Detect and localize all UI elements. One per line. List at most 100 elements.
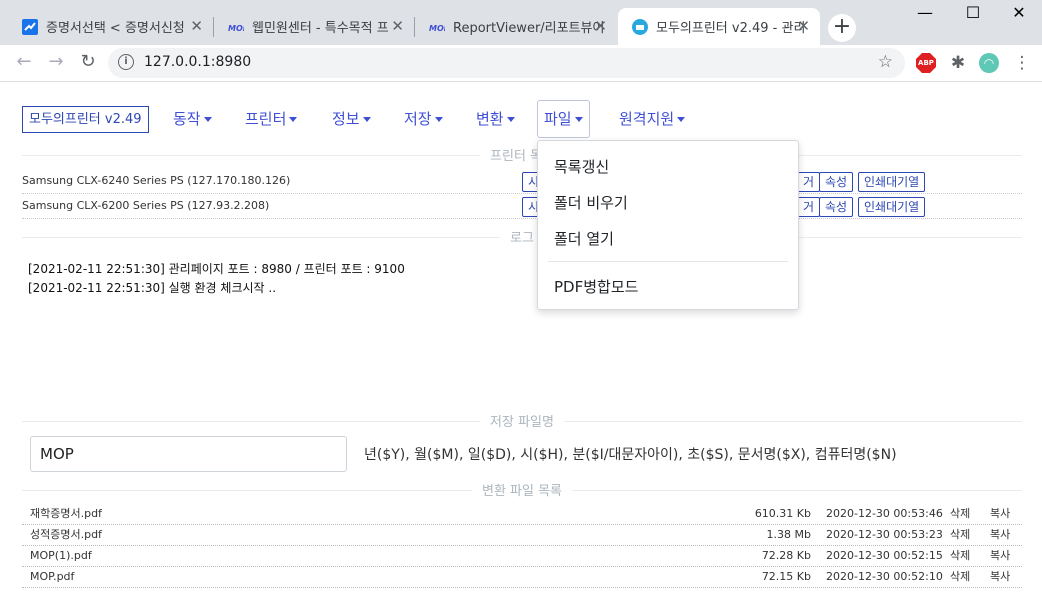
printer-list-title: 프린터 목록: [22, 145, 1022, 164]
forward-arrow-icon[interactable]: →: [44, 50, 68, 74]
bookmark-star-icon[interactable]: ☆: [878, 52, 893, 72]
caret-down-icon: [574, 117, 583, 122]
brand-logo[interactable]: 모두의프린터 v2.49: [22, 106, 149, 133]
printer-name: Samsung CLX-6240 Series PS (127.170.180.…: [22, 174, 291, 187]
copy-file-button[interactable]: 복사: [990, 567, 1010, 587]
menu-action[interactable]: 동작: [167, 104, 218, 134]
certificate-favicon-icon: [22, 18, 38, 35]
file-date: 2020-12-30 00:53:46: [826, 507, 943, 520]
delete-file-button[interactable]: 삭제: [950, 504, 970, 524]
minimize-icon[interactable]: —: [902, 0, 948, 30]
converted-files-title: 변환 파일 목록: [22, 480, 1022, 499]
caret-down-icon: [677, 117, 686, 122]
svg-text:MOP: MOP: [228, 24, 244, 32]
tab-title: 모두의프린터 v2.49 - 관리: [656, 21, 806, 36]
tab-title: 증명서선택 < 증명서신청: [46, 21, 185, 36]
log-title: 로그: [22, 227, 1022, 246]
menu-item-pdf-merge-mode[interactable]: PDF병합모드: [554, 276, 638, 297]
printer-name: Samsung CLX-6200 Series PS (127.93.2.208…: [22, 199, 270, 212]
browser-tab-4-active[interactable]: 모두의프린터 v2.49 - 관리 ✕: [618, 8, 820, 45]
file-dropdown-menu: 목록갱신 폴더 비우기 폴더 열기 PDF병합모드: [537, 140, 799, 310]
file-date: 2020-12-30 00:52:10: [826, 570, 943, 583]
site-info-icon[interactable]: i: [118, 54, 134, 70]
printer-favicon-icon: [632, 18, 648, 35]
caret-down-icon: [506, 117, 515, 122]
file-row: 성적증명서.pdf 1.38 Mb 2020-12-30 00:53:23 삭제…: [22, 525, 1022, 546]
printer-queue-button[interactable]: 인쇄대기열: [858, 172, 926, 192]
back-arrow-icon[interactable]: ←: [12, 50, 36, 74]
caret-down-icon: [203, 117, 212, 122]
new-tab-button[interactable]: +: [828, 14, 856, 42]
delete-file-button[interactable]: 삭제: [950, 546, 970, 566]
file-size: 1.38 Mb: [766, 528, 811, 541]
menu-convert[interactable]: 변환: [470, 104, 521, 134]
file-size: 72.28 Kb: [761, 549, 811, 562]
mop-favicon-icon: MOP: [228, 19, 244, 35]
address-bar[interactable]: i 127.0.0.1:8980 ☆: [108, 48, 905, 78]
svg-text:MOP: MOP: [429, 24, 445, 32]
delete-file-button[interactable]: 삭제: [950, 567, 970, 587]
printer-remove-button[interactable]: 거: [798, 172, 821, 192]
printer-properties-button[interactable]: 속성: [819, 172, 854, 192]
file-date: 2020-12-30 00:52:15: [826, 549, 943, 562]
browser-tab-bar: 증명서선택 < 증명서신청 ✕ MOP 웹민원센터 - 특수목적 프 ✕ MOP…: [0, 0, 1042, 45]
log-line: [2021-02-11 22:51:30] 관리페이지 포트 : 8980 / …: [28, 262, 405, 276]
tab-title: 웹민원센터 - 특수목적 프: [252, 21, 389, 36]
copy-file-button[interactable]: 복사: [990, 504, 1010, 524]
printer-remove-button[interactable]: 거: [798, 197, 821, 217]
close-window-icon[interactable]: ✕: [996, 0, 1042, 30]
printer-row: Samsung CLX-6200 Series PS (127.93.2.208…: [22, 195, 1022, 219]
file-row: MOP(1).pdf 72.28 Kb 2020-12-30 00:52:15 …: [22, 546, 1022, 567]
copy-file-button[interactable]: 복사: [990, 525, 1010, 545]
url-text: 127.0.0.1:8980: [144, 54, 252, 70]
close-tab-icon[interactable]: ✕: [391, 19, 404, 34]
maximize-icon[interactable]: ☐: [950, 0, 996, 30]
menu-printer[interactable]: 프린터: [239, 104, 303, 134]
browser-tab-1[interactable]: 증명서선택 < 증명서신청 ✕: [8, 8, 213, 45]
extensions-puzzle-icon[interactable]: ✱: [948, 53, 968, 73]
menu-save[interactable]: 저장: [398, 104, 449, 134]
close-tab-icon[interactable]: ✕: [190, 19, 203, 34]
browser-tab-2[interactable]: MOP 웹민원센터 - 특수목적 프 ✕: [214, 8, 414, 45]
menu-info[interactable]: 정보: [326, 104, 377, 134]
log-line: [2021-02-11 22:51:30] 실행 환경 체크시작 ..: [28, 281, 277, 295]
menu-item-refresh-list[interactable]: 목록갱신: [554, 156, 609, 177]
menu-divider: [548, 261, 788, 262]
menu-item-empty-folder[interactable]: 폴더 비우기: [554, 192, 628, 213]
save-filename-input[interactable]: MOP: [30, 436, 347, 472]
printer-queue-button[interactable]: 인쇄대기열: [858, 197, 926, 217]
menu-item-open-folder[interactable]: 폴더 열기: [554, 228, 614, 249]
printer-row: Samsung CLX-6240 Series PS (127.170.180.…: [22, 170, 1022, 194]
caret-down-icon: [362, 117, 371, 122]
file-size: 72.15 Kb: [761, 570, 811, 583]
file-name[interactable]: MOP(1).pdf: [30, 546, 92, 566]
browser-menu-icon[interactable]: ⋮: [1012, 53, 1032, 73]
filename-pattern-help: 년($Y), 월($M), 일($D), 시($H), 분($I/대문자아이),…: [364, 447, 897, 463]
log-panel: [2021-02-11 22:51:30] 관리페이지 포트 : 8980 / …: [28, 260, 405, 298]
file-size: 610.31 Kb: [754, 507, 811, 520]
copy-file-button[interactable]: 복사: [990, 546, 1010, 566]
close-tab-icon[interactable]: ✕: [594, 19, 607, 34]
profile-avatar-icon[interactable]: ◠: [979, 53, 999, 73]
file-name[interactable]: MOP.pdf: [30, 567, 74, 587]
delete-file-button[interactable]: 삭제: [950, 525, 970, 545]
file-row: MOP.pdf 72.15 Kb 2020-12-30 00:52:10 삭제 …: [22, 567, 1022, 588]
printer-properties-button[interactable]: 속성: [819, 197, 854, 217]
caret-down-icon: [289, 117, 298, 122]
file-name[interactable]: 재학증명서.pdf: [30, 504, 102, 524]
file-date: 2020-12-30 00:53:23: [826, 528, 943, 541]
page-content: 모두의프린터 v2.49 동작 프린터 정보 저장 변환 파일 원격지원 프린터…: [0, 82, 1042, 610]
caret-down-icon: [434, 117, 443, 122]
adblock-plus-icon[interactable]: ABP: [916, 53, 936, 73]
tab-title: ReportViewer/리포트뷰어: [453, 21, 603, 36]
menu-file[interactable]: 파일: [537, 100, 590, 138]
reload-icon[interactable]: ↻: [76, 50, 100, 74]
browser-toolbar: ← → ↻ i 127.0.0.1:8980 ☆ ABP ✱ ◠ ⋮: [0, 45, 1042, 82]
menu-remote-support[interactable]: 원격지원: [613, 104, 691, 134]
mop-favicon-icon: MOP: [429, 19, 445, 35]
save-filename-title: 저장 파일명: [22, 411, 1022, 430]
file-name[interactable]: 성적증명서.pdf: [30, 525, 102, 545]
browser-tab-3[interactable]: MOP ReportViewer/리포트뷰어 ✕: [415, 8, 617, 45]
file-row: 재학증명서.pdf 610.31 Kb 2020-12-30 00:53:46 …: [22, 504, 1022, 525]
close-tab-icon[interactable]: ✕: [797, 19, 810, 34]
